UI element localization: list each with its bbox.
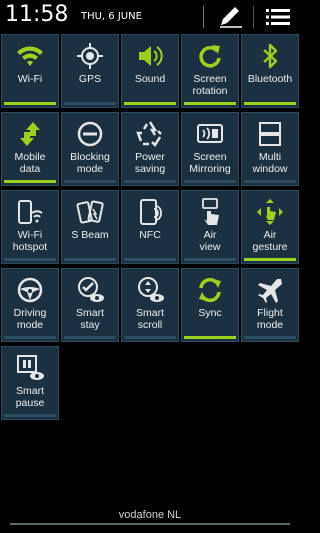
header-divider: [253, 6, 254, 28]
tile-sound[interactable]: Sound: [121, 34, 179, 108]
wifi-icon: [15, 41, 45, 71]
tile-status-bar: [64, 336, 116, 339]
tile-status-bar: [184, 102, 236, 105]
tile-gps[interactable]: GPS: [61, 34, 119, 108]
tile-mobile-data[interactable]: Mobile data: [1, 112, 59, 186]
air-view-icon: [195, 197, 225, 227]
carrier-name: vodafone NL: [118, 509, 182, 521]
sound-icon: [135, 41, 165, 71]
tile-label: Sync: [198, 307, 222, 319]
tile-label: Wi-Fi hotspot: [12, 229, 48, 253]
tile-status-bar: [244, 258, 296, 261]
s-beam-icon: [75, 197, 105, 227]
mobile-data-icon: [15, 119, 45, 149]
tile-wifi[interactable]: Wi-Fi: [1, 34, 59, 108]
tile-sync[interactable]: Sync: [181, 268, 239, 342]
list-menu-button[interactable]: [260, 3, 296, 31]
date: THU, 6 JUNE: [81, 11, 142, 22]
smart-stay-icon: [75, 275, 105, 305]
tile-label: Wi-Fi: [17, 73, 43, 85]
tile-smart-stay[interactable]: Smart stay: [61, 268, 119, 342]
tile-power-saving[interactable]: Power saving: [121, 112, 179, 186]
tile-label: Power saving: [134, 151, 166, 175]
tile-status-bar: [4, 102, 56, 105]
tile-status-bar: [124, 180, 176, 183]
notification-header: 11:58 THU, 6 JUNE: [0, 0, 300, 33]
smart-scroll-icon: [135, 275, 165, 305]
bluetooth-icon: [255, 41, 285, 71]
tile-label: GPS: [78, 73, 102, 85]
screen-rotation-icon: [195, 41, 225, 71]
tile-smart-scroll[interactable]: Smart scroll: [121, 268, 179, 342]
tile-status-bar: [4, 258, 56, 261]
tile-label: Smart pause: [15, 385, 45, 409]
header-divider: [203, 6, 204, 28]
tile-label: Sound: [134, 73, 166, 85]
tile-screen-mirroring[interactable]: Screen Mirroring: [181, 112, 239, 186]
screen-mirroring-icon: [195, 119, 225, 149]
tile-status-bar: [124, 102, 176, 105]
edit-button[interactable]: [212, 3, 248, 31]
tile-status-bar: [64, 180, 116, 183]
tile-multi-window[interactable]: Multi window: [241, 112, 299, 186]
tile-label: Mobile data: [14, 151, 46, 175]
tile-status-bar: [4, 336, 56, 339]
tile-flight-mode[interactable]: Flight mode: [241, 268, 299, 342]
wifi-hotspot-icon: [15, 197, 45, 227]
clock: 11:58: [5, 2, 69, 27]
tile-blocking-mode[interactable]: Blocking mode: [61, 112, 119, 186]
tile-status-bar: [244, 180, 296, 183]
nfc-icon: [135, 197, 165, 227]
tile-status-bar: [184, 336, 236, 339]
tile-label: Flight mode: [256, 307, 284, 331]
tile-status-bar: [64, 102, 116, 105]
tile-label: S Beam: [71, 229, 109, 241]
multi-window-icon: [255, 119, 285, 149]
list-menu-icon: [266, 9, 290, 25]
pencil-icon: [220, 7, 242, 28]
tile-nfc[interactable]: NFC: [121, 190, 179, 264]
smart-pause-icon: [15, 353, 45, 383]
tile-status-bar: [244, 336, 296, 339]
tile-status-bar: [244, 102, 296, 105]
tile-label: Smart scroll: [135, 307, 164, 331]
air-gesture-icon: [255, 197, 285, 227]
tile-bluetooth[interactable]: Bluetooth: [241, 34, 299, 108]
tile-status-bar: [124, 336, 176, 339]
tile-label: NFC: [139, 229, 161, 241]
tile-label: Smart stay: [75, 307, 104, 331]
driving-mode-icon: [15, 275, 45, 305]
blocking-mode-icon: [75, 119, 105, 149]
tile-status-bar: [4, 180, 56, 183]
tile-s-beam[interactable]: S Beam: [61, 190, 119, 264]
tile-air-gesture[interactable]: Air gesture: [241, 190, 299, 264]
tile-label: Air view: [199, 229, 221, 253]
tile-status-bar: [64, 258, 116, 261]
tile-label: Screen rotation: [192, 73, 228, 97]
gps-icon: [75, 41, 105, 71]
tile-label: Driving mode: [13, 307, 47, 331]
tile-status-bar: [184, 258, 236, 261]
quick-settings-grid: Wi-Fi GPS Sound Screen rotation Bluetooth Mob…: [0, 33, 300, 420]
tile-screen-rotation[interactable]: Screen rotation: [181, 34, 239, 108]
tile-status-bar: [4, 414, 56, 417]
flight-mode-icon: [255, 275, 285, 305]
tile-label: Bluetooth: [247, 73, 293, 85]
tile-smart-pause[interactable]: Smart pause: [1, 346, 59, 420]
tile-label: Blocking mode: [70, 151, 110, 175]
drag-handle[interactable]: [10, 523, 290, 525]
sync-icon: [195, 275, 225, 305]
tile-wifi-hotspot[interactable]: Wi-Fi hotspot: [1, 190, 59, 264]
power-saving-icon: [135, 119, 165, 149]
tile-status-bar: [184, 180, 236, 183]
tile-driving-mode[interactable]: Driving mode: [1, 268, 59, 342]
tile-status-bar: [124, 258, 176, 261]
tile-label: Multi window: [252, 151, 288, 175]
tile-label: Screen Mirroring: [189, 151, 231, 175]
tile-air-view[interactable]: Air view: [181, 190, 239, 264]
tile-label: Air gesture: [252, 229, 288, 253]
